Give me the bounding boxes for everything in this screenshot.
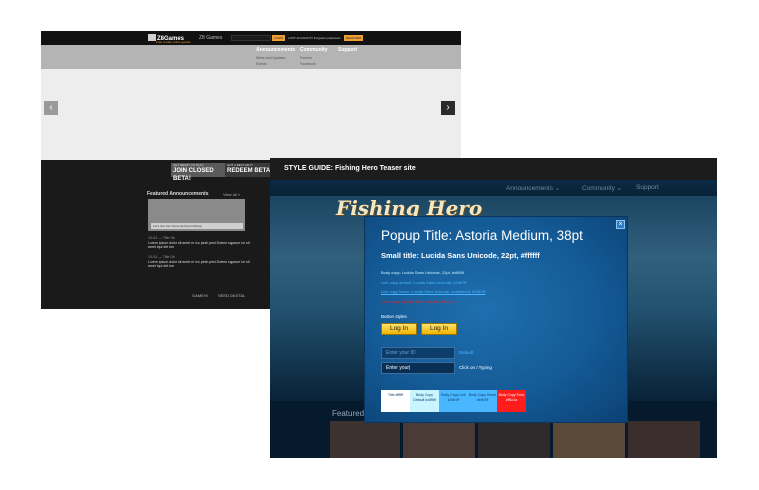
error-copy-sample: Error copy: Lucida Sans Unicode, #ff1c1a [381,299,455,304]
games-link[interactable]: Z8 Games [199,35,222,41]
featured-heading: Featured [332,409,365,418]
style-guide-popup: × Popup Title: Astoria Medium, 38pt Smal… [364,216,628,423]
redeem-beta-banner[interactable]: GOT A BETA KEY? REDEEM BETA KE [225,163,271,177]
logo-tagline: Free to play online games [156,40,191,44]
register-button[interactable]: REGISTER [344,35,364,41]
post-body: Lorem ipsum dolor sit amet nr ico pesh p… [148,259,250,269]
featured-caption[interactable]: Let's Get Into Some Serious Fishing! [151,223,243,229]
submenu-news[interactable]: News and Updates [256,56,286,60]
account-text[interactable]: LOST ACCOUNT? Forgotten password [288,36,340,40]
submenu-events[interactable]: Events [256,62,267,66]
bg-nav-support[interactable]: Support [636,184,659,191]
bg-nav-community[interactable]: Community ⌄ [582,184,622,192]
default-state-note: Default [459,350,474,355]
post-2[interactable]: 1/1/11 — Title Ok Lorem ipsum dolor sit … [148,255,258,269]
typing-state-note: Click on / Typing [459,365,492,370]
post-1[interactable]: 1/1/11 — Title Ok Lorem ipsum dolor sit … [148,236,258,250]
button-styles-label: Button styles [381,314,407,319]
redeem-beta-big: REDEEM BETA KE [227,168,271,174]
login-button[interactable]: LOGIN [272,35,286,41]
swatch-title: Title #ffffff [381,390,410,412]
top-search-input[interactable] [231,35,271,41]
swatch-body-link: Body Copy Link #49b7ff [439,390,468,412]
style-guide-title: STYLE GUIDE: Fishing Hero Teaser site [284,165,416,172]
footer-logo-gamehi: GAMEHI [192,293,208,298]
nav-support[interactable]: Support [338,47,357,53]
footer-logo-seed: SEED DIGITAL [218,293,246,298]
join-beta-big: JOIN CLOSED BETA! [173,168,214,182]
popup-title: Popup Title: Astoria Medium, 38pt [381,228,583,243]
bg-nav-announcements[interactable]: Announcements ⌄ [506,184,560,192]
submenu-facebook[interactable]: Facebook [300,62,315,66]
submenu-forums[interactable]: Forums [300,56,312,60]
view-all-link[interactable]: View all » [223,192,240,197]
featured-thumb-2[interactable] [403,421,475,458]
hero-banner [41,69,461,160]
link-hover-sample[interactable]: Link copy hover: Lucida Sans Unicode, un… [381,289,485,294]
id-field-typing[interactable]: Enter your| [381,362,455,374]
prev-arrow-icon[interactable]: ‹ [44,101,58,115]
featured-thumb-1[interactable] [330,421,400,458]
post-body: Lorem ipsum dolor sit amet nr ico pesh p… [148,240,250,250]
featured-thumb-3[interactable] [478,421,550,458]
close-icon[interactable]: × [616,220,625,229]
login-button-hover[interactable]: Log In [421,323,457,335]
swatch-body-error: Body Copy Error #ff1c1a [497,390,526,412]
logo-mark-icon [148,34,156,41]
body-copy-sample: Body copy: Lucida Sans Unicode, 12pt, #c… [381,270,464,275]
featured-announcements-title: Featured Announcements [147,191,209,197]
swatch-body-default: Body Copy Default #c8f5ff [410,390,439,412]
main-nav [41,45,461,69]
swatch-body-hover: Body Copy Hover #49b7ff [468,390,497,412]
featured-thumb-4[interactable] [553,421,625,458]
id-field-default[interactable]: Enter your ID [381,347,455,359]
featured-thumb-5[interactable] [628,421,700,458]
nav-announcements[interactable]: Announcements [256,47,295,53]
link-default-sample[interactable]: Link copy default: Lucida Sans Unicode, … [381,280,467,285]
join-beta-banner[interactable]: GET READY TO PLAY JOIN CLOSED BETA! [171,163,225,182]
nav-community[interactable]: Community [300,47,328,53]
popup-small-title: Small title: Lucida Sans Unicode, 22pt, … [381,251,540,260]
next-arrow-icon[interactable]: › [441,101,455,115]
login-button-default[interactable]: Log In [381,323,417,335]
